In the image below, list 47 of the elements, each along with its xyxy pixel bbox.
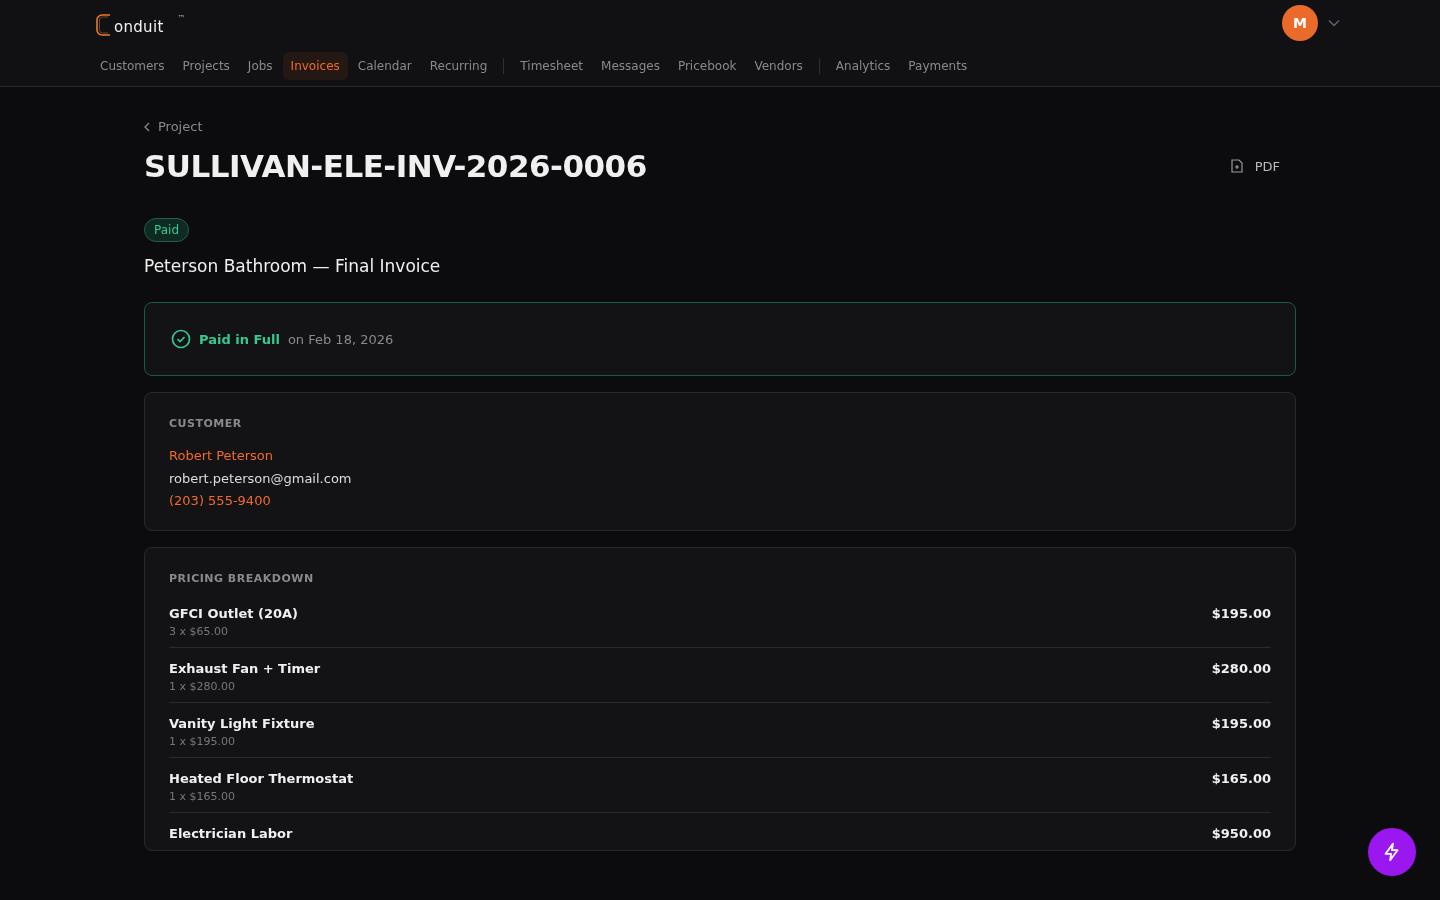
customer-phone[interactable]: (203) 555-9400 — [169, 493, 1271, 508]
line-item-quantity: 3 x $65.00 — [169, 625, 229, 638]
line-item-quantity: 1 x $165.00 — [169, 790, 236, 803]
section-heading: PRICING BREAKDOWN — [169, 572, 315, 585]
nav-tab[interactable]: Messages — [593, 52, 668, 80]
nav-tab[interactable]: Calendar — [349, 52, 420, 80]
file-plus-icon — [1230, 159, 1243, 173]
invoice-title: SULLIVAN-ELE-INV-2026-0006 — [144, 148, 648, 184]
payment-status: Paid in Full — [199, 331, 280, 347]
nav-tab[interactable]: Invoices — [282, 52, 348, 80]
line-item-amount: $195.00 — [1211, 716, 1271, 733]
nav-tab[interactable]: Customers — [92, 52, 173, 80]
chevron-left-icon — [144, 121, 150, 132]
customer-name[interactable]: Robert Peterson — [169, 448, 1271, 463]
pdf-button[interactable]: PDF — [1230, 152, 1296, 180]
logo-icon — [96, 14, 112, 36]
customer-email: robert.peterson@gmail.com — [169, 471, 353, 486]
nav-tab[interactable]: Pricebook — [669, 52, 745, 80]
nav-tab[interactable]: Projects — [174, 52, 238, 80]
line-item-name: Electrician Labor — [169, 826, 293, 841]
line-item-quantity: 1 x $195.00 — [169, 735, 236, 748]
line-item-amount: $950.00 — [1211, 826, 1271, 841]
line-item-amount: $195.00 — [1211, 606, 1271, 623]
back-link[interactable]: Project — [144, 119, 203, 134]
line-item-quantity: 1 x $280.00 — [169, 680, 236, 693]
nav-tab[interactable]: Jobs — [239, 52, 281, 80]
line-item-name: Vanity Light Fixture — [169, 716, 315, 731]
section-heading: CUSTOMER — [169, 417, 243, 430]
trademark-mark: ™ — [177, 14, 186, 23]
assistant-button[interactable] — [1368, 828, 1416, 876]
nav-tab[interactable]: Recurring — [421, 52, 496, 80]
line-item-name: Exhaust Fan + Timer — [169, 661, 321, 676]
payment-date: on Feb 18, 2026 — [287, 331, 394, 347]
status-badge: Paid — [144, 218, 189, 242]
check-circle-icon — [171, 329, 191, 349]
invoice-subtitle: Peterson Bathroom — Final Invoice — [144, 256, 442, 276]
line-item-amount: $165.00 — [1211, 771, 1271, 788]
chevron-down-icon[interactable] — [1328, 19, 1340, 27]
logo-text: onduit — [114, 18, 164, 36]
line-item-name: GFCI Outlet (20A) — [169, 606, 299, 621]
nav-tab[interactable]: Analytics — [827, 52, 899, 80]
user-avatar[interactable]: M — [1282, 5, 1318, 41]
nav-tab[interactable]: Timesheet — [512, 52, 592, 80]
line-item-amount: $280.00 — [1211, 661, 1271, 678]
line-item-name: Heated Floor Thermostat — [169, 771, 354, 786]
nav-tab[interactable]: Vendors — [746, 52, 811, 80]
nav-tab[interactable]: Payments — [900, 52, 976, 80]
